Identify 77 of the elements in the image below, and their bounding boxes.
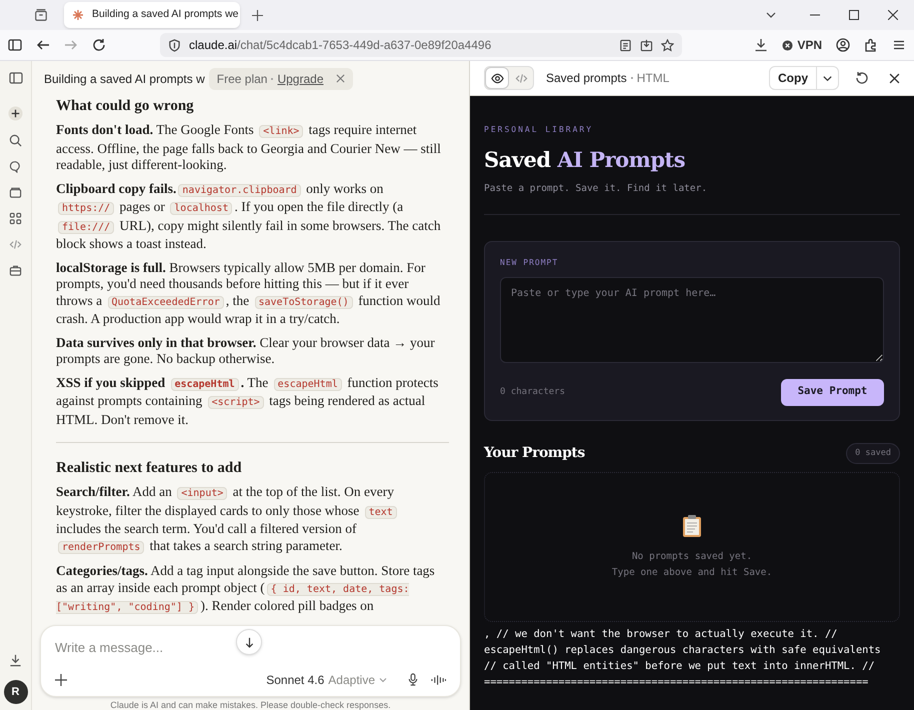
paragraph: XSS if you skipped escapeHtml . The escapeHtml function protects against prompts containing <script> tags being rendered as actual HTML. Don't remove it.: [56, 374, 440, 428]
character-count: 0 characters: [500, 386, 566, 398]
grid-icon[interactable]: [9, 212, 22, 225]
code-icon: [514, 72, 528, 84]
briefcase-icon[interactable]: [9, 264, 22, 277]
tab-list-icon[interactable]: [34, 8, 48, 22]
star-icon[interactable]: [661, 38, 674, 52]
download-icon[interactable]: [754, 38, 768, 52]
download-page-icon[interactable]: [640, 38, 653, 52]
paragraph: Fonts don't load. The Google Fonts <link> tags require internet access. Offline, the page falls back to Georgia and Courier New — still readable, just different-looking.: [56, 122, 442, 174]
paragraph: Search/filter. Add an <input> at the top of the list. On every keystroke, filter the displayed cards to only those whose text includes the search term. You'd call a filtered version of renderPrompts that takes a search string parameter.: [56, 484, 445, 556]
vpn-status-icon: [782, 40, 794, 50]
close-icon[interactable]: [889, 72, 900, 84]
new-tab-icon[interactable]: [252, 10, 263, 21]
asterisk-logo-icon: [72, 9, 84, 21]
eyebrow-label: PERSONAL LIBRARY: [484, 124, 594, 136]
code-icon[interactable]: [9, 238, 22, 251]
paragraph: Categories/tags. Add a tag input alongside the save button. Store tags as an array inside each prompt object ( { id, text, date, tags: ["writing", "coding"] } ). Render colored pill badges on: [56, 563, 436, 616]
reload-icon[interactable]: [92, 38, 106, 52]
down-arrow-icon: [244, 636, 254, 648]
browser-tab[interactable]: Building a saved AI prompts we: [64, 2, 240, 28]
preview-tab[interactable]: [485, 67, 509, 89]
microphone-icon[interactable]: [407, 673, 419, 686]
clipboard-icon: [682, 514, 702, 538]
new-chat-icon[interactable]: [8, 106, 23, 121]
save-prompt-button[interactable]: Save Prompt: [781, 378, 884, 406]
code-line: , // we don't want the browser to actually execute it. //: [484, 626, 838, 642]
section-heading: Realistic next features to add: [56, 459, 243, 477]
menu-icon[interactable]: [892, 38, 906, 52]
close-icon[interactable]: [888, 10, 898, 20]
sidebar-toggle-icon[interactable]: [8, 71, 22, 85]
account-icon[interactable]: [836, 38, 850, 52]
folder-icon[interactable]: [9, 186, 22, 199]
extensions-icon[interactable]: [864, 38, 878, 52]
prompt-textarea[interactable]: Paste or type your AI prompt here…: [500, 276, 884, 363]
copy-button[interactable]: Copy: [770, 67, 816, 89]
code-line: escapeHtml() replaces dangerous characters with safe equivalents: [484, 642, 882, 658]
upgrade-link[interactable]: Upgrade: [277, 70, 324, 88]
artifact-type: HTML: [636, 70, 670, 87]
code-line: ==============================================================: [484, 674, 870, 690]
refresh-icon[interactable]: [855, 71, 869, 85]
back-arrow-icon[interactable]: [36, 38, 50, 52]
url-path: /chat/5c4dcab1-7653-449d-a637-0e89f20a4496: [237, 38, 492, 52]
sidebar-icon[interactable]: [8, 38, 22, 52]
eye-icon: [490, 72, 504, 84]
chat-title[interactable]: Building a saved AI prompts w: [44, 70, 205, 88]
section-heading: Your Prompts: [484, 444, 585, 463]
empty-state-text: No prompts saved yet.: [632, 550, 752, 564]
download-icon[interactable]: [9, 654, 22, 667]
paragraph: Data survives only in that browser. Clear your browser data → your prompts are gone. No backup otherwise.: [56, 334, 436, 368]
chevron-down-icon: [379, 676, 387, 684]
paragraph: Clipboard copy fails. navigator.clipboard only works on https:// pages or localhost . If you open the file directly (a file:/// URL), copy might silently fail in some browsers. The catch block shows a toast instead.: [56, 180, 442, 252]
form-label: NEW PROMPT: [500, 256, 560, 269]
reader-view-icon[interactable]: [619, 38, 632, 52]
chat-bubbles-icon[interactable]: [9, 160, 22, 173]
artifact-title: Saved prompts: [546, 70, 627, 87]
paragraph: localStorage is full. Browsers typically allow 5MB per domain. For prompts, you'd need thousands before hitting this — but if it ever throws a QuotaExceededError , the saveToStorage() function would crash. A production app would wrap it in a try/catch.: [56, 260, 442, 328]
vpn-button[interactable]: VPN: [782, 36, 822, 54]
search-icon[interactable]: [9, 134, 22, 147]
shield-icon: [168, 38, 181, 52]
message-composer[interactable]: Write a message... Sonnet 4.6 Adaptive: [40, 625, 461, 697]
maximize-icon[interactable]: [849, 10, 859, 20]
avatar[interactable]: R: [4, 680, 28, 704]
model-selector[interactable]: Sonnet 4.6 Adaptive: [266, 670, 387, 688]
code-line: // called "HTML entities" before we put text into innerHTML. //: [484, 658, 876, 674]
tagline: Paste a prompt. Save it. Find it later.: [484, 182, 708, 196]
tab-title: Building a saved AI prompts we: [92, 7, 238, 22]
empty-state-text: Type one above and hit Save.: [612, 566, 772, 580]
page-heading: Saved AI Prompts: [484, 146, 686, 174]
disclaimer-text: Claude is AI and can make mistakes. Please double-check responses.: [110, 701, 391, 710]
address-bar[interactable]: claude.ai/chat/5c4dcab1-7653-449d-a637-0e89f20a4496: [160, 33, 682, 57]
plus-icon[interactable]: [55, 674, 67, 686]
saved-count-badge: 0 saved: [846, 442, 900, 464]
voice-waveform-icon[interactable]: [431, 674, 446, 686]
url-host: claude.ai: [189, 38, 238, 52]
plan-label: Free plan: [216, 70, 268, 88]
section-heading: What could go wrong: [56, 97, 195, 115]
